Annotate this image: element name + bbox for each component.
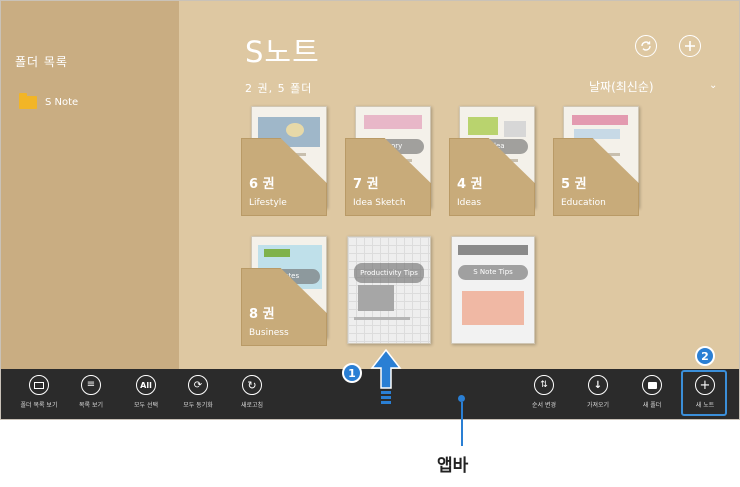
import-icon: ↓ bbox=[593, 379, 603, 391]
list-view-button[interactable]: ≡ 목록 보기 bbox=[66, 375, 116, 409]
folder-name: Idea Sketch bbox=[353, 198, 406, 208]
appbar-label: 새로고침 bbox=[240, 402, 264, 409]
plus-icon bbox=[685, 41, 695, 51]
folder-name: Business bbox=[249, 328, 289, 338]
preview-label: S Note Tips bbox=[458, 265, 528, 280]
callout-dot bbox=[458, 395, 465, 402]
folder-icon bbox=[19, 93, 37, 109]
note-card-s-note-tips[interactable]: S Note Tips bbox=[449, 236, 535, 346]
folder-name: Lifestyle bbox=[249, 198, 287, 208]
list-view-icon: ≡ bbox=[86, 379, 96, 390]
step-badge-2: 2 bbox=[695, 346, 715, 366]
refresh-icon: ↻ bbox=[247, 378, 257, 392]
new-folder-icon bbox=[647, 381, 657, 389]
note-preview: Productivity Tips bbox=[347, 236, 431, 344]
sidebar-item-s-note[interactable]: S Note bbox=[19, 93, 79, 109]
folder-card-business[interactable]: Notes 8 권 Business bbox=[241, 236, 327, 346]
appbar-label: 모두 동기화 bbox=[183, 402, 213, 409]
note-preview: S Note Tips bbox=[451, 236, 535, 344]
step-badge-1: 1 bbox=[342, 363, 362, 383]
appbar-callout-label: 앱바 bbox=[437, 456, 469, 476]
folder-card-ideas[interactable]: Idea 4 권 Ideas bbox=[449, 106, 535, 216]
sync-all-button[interactable]: ⟳ 모두 동기화 bbox=[173, 375, 223, 409]
sidebar: 폴더 목록 S Note bbox=[1, 1, 179, 369]
folder-count: 7 권 bbox=[353, 177, 379, 192]
appbar-label: 모두 선택 bbox=[134, 402, 158, 409]
new-note-highlight bbox=[681, 370, 727, 416]
sidebar-title: 폴더 목록 bbox=[15, 55, 68, 69]
swipe-up-arrow-icon bbox=[370, 348, 402, 404]
folder-name: Ideas bbox=[457, 198, 482, 208]
note-card-productivity-tips[interactable]: Productivity Tips bbox=[345, 236, 431, 346]
appbar-label: 가져오기 bbox=[586, 402, 610, 409]
appbar-label: 폴더 목록 보기 bbox=[20, 402, 58, 409]
folder-card-idea-sketch[interactable]: Story 7 권 Idea Sketch bbox=[345, 106, 431, 216]
sidebar-item-label: S Note bbox=[45, 97, 79, 108]
folder-count: 5 권 bbox=[561, 177, 587, 192]
folder-list-button[interactable]: 폴더 목록 보기 bbox=[14, 375, 64, 409]
sync-button[interactable] bbox=[635, 35, 657, 57]
sort-dropdown[interactable]: 날짜(최신순) bbox=[589, 78, 654, 95]
item-count: 2 권, 5 폴더 bbox=[245, 82, 313, 95]
chevron-down-icon[interactable]: ⌄ bbox=[709, 80, 717, 91]
folder-count: 8 권 bbox=[249, 307, 275, 322]
add-button[interactable] bbox=[679, 35, 701, 57]
main-content: S노트 2 권, 5 폴더 날짜(최신순) ⌄ 6 권 Lifestyle St… bbox=[179, 1, 739, 369]
preview-label: Productivity Tips bbox=[354, 263, 424, 283]
select-all-button[interactable]: All 모두 선택 bbox=[121, 375, 171, 409]
refresh-button[interactable]: ↻ 새로고침 bbox=[227, 375, 277, 409]
callout-line bbox=[461, 402, 463, 446]
new-folder-button[interactable]: 새 폴더 bbox=[627, 375, 677, 409]
folder-card-education[interactable]: 5 권 Education bbox=[553, 106, 639, 216]
appbar-label: 새 폴더 bbox=[642, 402, 662, 409]
folder-card-lifestyle[interactable]: 6 권 Lifestyle bbox=[241, 106, 327, 216]
import-button[interactable]: ↓ 가져오기 bbox=[573, 375, 623, 409]
folder-list-icon bbox=[34, 381, 44, 389]
reorder-button[interactable]: ⇅ 순서 변경 bbox=[519, 375, 569, 409]
folder-count: 4 권 bbox=[457, 177, 483, 192]
page-title: S노트 bbox=[245, 35, 320, 69]
sync-all-icon: ⟳ bbox=[193, 379, 203, 391]
reorder-icon: ⇅ bbox=[540, 380, 548, 390]
sync-icon bbox=[641, 41, 651, 51]
appbar-label: 순서 변경 bbox=[532, 402, 556, 409]
folder-count: 6 권 bbox=[249, 177, 275, 192]
appbar-label: 목록 보기 bbox=[79, 402, 103, 409]
select-all-icon: All bbox=[140, 380, 152, 390]
folder-name: Education bbox=[561, 198, 606, 208]
